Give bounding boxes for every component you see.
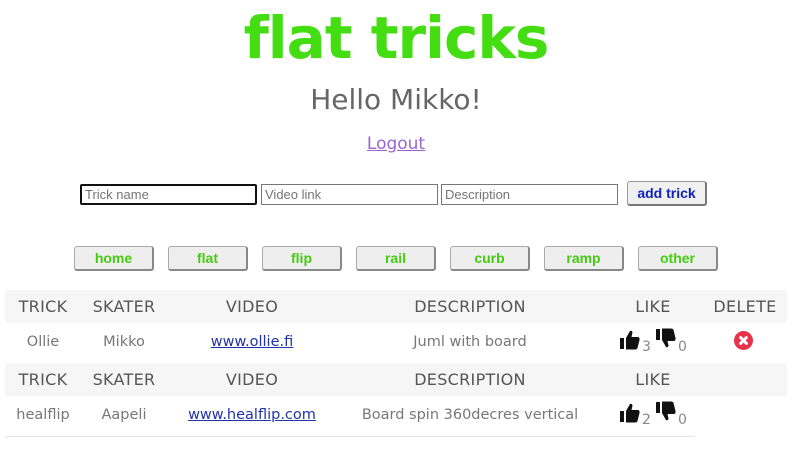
- video-cell: www.healflip.com: [167, 399, 337, 432]
- category-flip-button[interactable]: flip: [262, 246, 342, 271]
- header-skater: SKATER: [92, 370, 156, 389]
- table-row: Ollie Mikko www.ollie.fi Juml with board…: [5, 326, 787, 359]
- header-description: DESCRIPTION: [414, 370, 526, 389]
- logout-link[interactable]: Logout: [367, 134, 425, 154]
- thumbs-down-icon[interactable]: [655, 401, 677, 421]
- category-rail-button[interactable]: rail: [356, 246, 436, 271]
- header-like: LIKE: [635, 297, 671, 316]
- app-title: flat tricks: [243, 4, 550, 72]
- category-ramp-button[interactable]: ramp: [544, 246, 624, 271]
- header-skater: SKATER: [92, 297, 156, 316]
- thumbs-up-icon[interactable]: [619, 330, 641, 350]
- description-input[interactable]: [441, 184, 618, 205]
- header-like: LIKE: [635, 370, 671, 389]
- header-video: VIDEO: [225, 370, 279, 389]
- header-delete: DELETE: [713, 297, 777, 316]
- thumbs-down-icon[interactable]: [655, 328, 677, 348]
- like-count: 3: [642, 339, 651, 355]
- header-trick: TRICK: [18, 297, 68, 316]
- trick-cell: healflip: [16, 407, 70, 423]
- video-link[interactable]: www.ollie.fi: [211, 334, 293, 350]
- like-cell: 2 0: [619, 399, 699, 432]
- category-flat-button[interactable]: flat: [168, 246, 248, 271]
- trick-cell: Ollie: [26, 334, 60, 350]
- description-cell: Juml with board: [413, 334, 527, 350]
- table-divider: [5, 436, 695, 437]
- dislike-count: 0: [678, 339, 687, 355]
- description-cell: Board spin 360decres vertical: [361, 407, 579, 423]
- like-cell: 3 0: [619, 326, 699, 359]
- header-description: DESCRIPTION: [414, 297, 526, 316]
- add-trick-button[interactable]: add trick: [627, 181, 707, 206]
- video-cell: www.ollie.fi: [167, 326, 337, 359]
- delete-circle-icon[interactable]: [734, 331, 753, 350]
- like-count: 2: [642, 412, 651, 428]
- logout-container: Logout: [0, 133, 792, 155]
- skater-cell: Mikko: [103, 334, 145, 350]
- skater-cell: Aapeli: [101, 407, 147, 423]
- category-home-button[interactable]: home: [74, 246, 154, 271]
- video-link[interactable]: www.healflip.com: [188, 407, 316, 423]
- category-other-button[interactable]: other: [638, 246, 718, 271]
- trick-name-input[interactable]: [80, 184, 257, 205]
- header-trick: TRICK: [18, 370, 68, 389]
- table-header-row: TRICK SKATER VIDEO DESCRIPTION LIKE: [5, 363, 787, 396]
- table-row: healflip Aapeli www.healflip.com Board s…: [5, 399, 695, 432]
- category-curb-button[interactable]: curb: [450, 246, 530, 271]
- greeting: Hello Mikko!: [310, 83, 482, 116]
- header-video: VIDEO: [225, 297, 279, 316]
- video-link-input[interactable]: [261, 184, 438, 205]
- thumbs-up-icon[interactable]: [619, 403, 641, 423]
- dislike-count: 0: [678, 412, 687, 428]
- table-header-row: TRICK SKATER VIDEO DESCRIPTION LIKE DELE…: [5, 290, 787, 323]
